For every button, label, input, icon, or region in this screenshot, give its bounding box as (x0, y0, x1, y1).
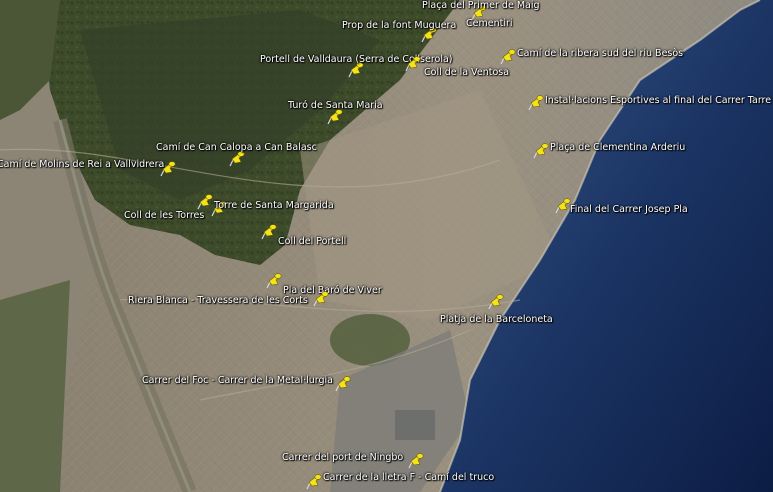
pushpin-icon (335, 376, 351, 392)
placemark-label: Coll de la Ventosa (424, 67, 510, 78)
placemark-label: Plaça de Clementina Arderiu (550, 142, 686, 153)
map-view[interactable]: Plaça del Primer de Maig Prop de la font… (0, 0, 773, 492)
pushpin-icon (306, 474, 322, 490)
pushpin-icon (488, 294, 504, 310)
pushpin-icon (261, 224, 277, 240)
pushpin-icon (197, 194, 213, 210)
placemark-label: Plaça del Primer de Maig (422, 0, 540, 11)
satellite-imagery (0, 0, 773, 492)
placemark-label: Carrer de la lletra F - Camí del truco (323, 472, 495, 483)
pushpin-icon (313, 291, 329, 307)
pushpin-icon (266, 273, 282, 289)
placemark-label: Instal·lacions Esportives al final del C… (545, 95, 772, 106)
placemark-label: Coll de les Torres (124, 210, 205, 221)
placemark-label: Portell de Valldaura (Serra de Collserol… (260, 54, 453, 65)
placemark-label: Final del Carrer Josep Pla (570, 204, 688, 215)
pushpin-icon (528, 95, 544, 111)
placemark-label: Camí de Molins de Rei a Vallvidrera (0, 159, 165, 170)
placemark-label: Riera Blanca - Travessera de les Corts (128, 295, 308, 306)
placemark-label: Turó de Santa Maria (288, 100, 383, 111)
pushpin-icon (533, 143, 549, 159)
placemark-label: Coll del Portell (278, 236, 347, 247)
placemark-label: Camí de la ribera sud del riu Besòs (517, 48, 684, 59)
placemark-label: Camí de Can Calopa a Can Balasc (156, 142, 317, 153)
pushpin-icon (405, 56, 421, 72)
placemark-label: Carrer del port de Ningbo (282, 452, 404, 463)
placemark-label: Carrer del Foc - Carrer de la Metal·lurg… (142, 375, 333, 386)
placemark-label: Torre de Santa Margarida (214, 200, 334, 211)
placemark-label: Platja de la Barceloneta (440, 314, 553, 325)
pushpin-icon (500, 49, 516, 65)
placemark-label: Prop de la font Muguera (342, 20, 457, 31)
placemark-label: Cementiri (466, 18, 513, 29)
pushpin-icon (408, 453, 424, 469)
